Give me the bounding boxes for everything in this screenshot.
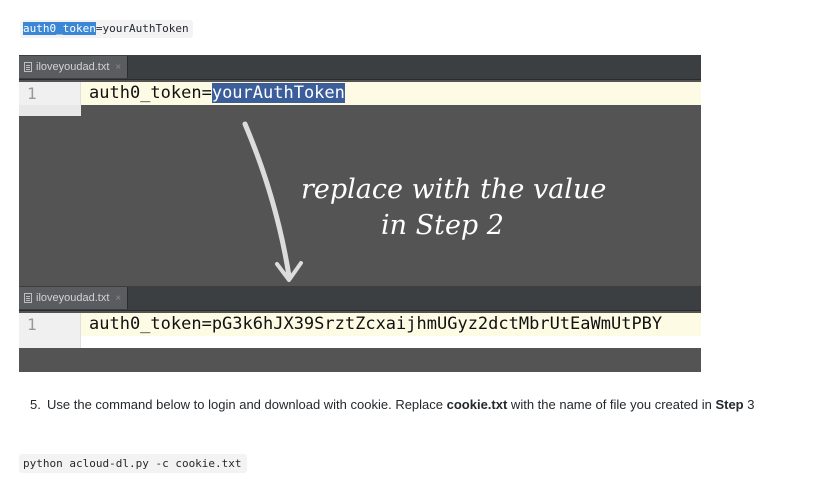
file-tab-label: iloveyoudad.txt: [36, 292, 110, 304]
editor-file-tab: iloveyoudad.txt ×: [19, 56, 129, 78]
inline-code-auth-token: auth0_token=yourAuthToken: [20, 20, 193, 38]
code-text: auth0_token=pG3k6hJX39SrztZcxaijhmUGyz2d…: [89, 314, 663, 334]
selected-token-text: auth0_token: [23, 22, 96, 35]
token-rest-text: =yourAuthToken: [95, 22, 189, 35]
code-line-empty: [19, 336, 701, 348]
code-line: 1 auth0_token=yourAuthToken: [19, 82, 701, 105]
tab-close-icon: ×: [115, 292, 122, 304]
file-tab-label: iloveyoudad.txt: [36, 61, 110, 73]
tab-close-icon: ×: [115, 61, 122, 73]
editor-screenshot-before: iloveyoudad.txt × 1 auth0_token=yourAuth…: [19, 55, 701, 116]
editor-tab-bar: iloveyoudad.txt ×: [19, 286, 701, 311]
editor-file-tab: iloveyoudad.txt ×: [19, 287, 129, 309]
line-number: 1: [27, 315, 37, 334]
step-text-after: 3: [743, 397, 755, 412]
code-text: auth0_token=yourAuthToken: [89, 83, 345, 104]
line-number: 1: [27, 84, 37, 103]
editor-tab-bar: iloveyoudad.txt ×: [19, 55, 701, 80]
editor-empty-area: [19, 348, 81, 372]
annotation-line-1: replace with the value: [301, 174, 607, 205]
text-file-icon: [24, 62, 32, 72]
annotation-area: replace with the value in Step 2: [19, 116, 701, 286]
annotation-line-2: in Step 2: [381, 210, 504, 241]
line-gutter: 1: [19, 82, 81, 105]
code-selected-value: yourAuthToken: [211, 83, 345, 103]
step-text: Use the command below to login and downl…: [47, 395, 807, 415]
line-gutter: [19, 336, 81, 348]
bold-filename: cookie.txt: [446, 397, 508, 412]
gutter-empty: [19, 105, 81, 116]
code-prefix: auth0_token=: [89, 83, 212, 103]
step-text-before: Use the command below to login and downl…: [47, 397, 447, 412]
step-text-middle: with the name of file you created in: [507, 397, 716, 412]
line-gutter: 1: [19, 313, 81, 336]
text-file-icon: [24, 293, 32, 303]
command-code: python acloud-dl.py -c cookie.txt: [19, 454, 247, 473]
code-line: 1 auth0_token=pG3k6hJX39SrztZcxaijhmUGyz…: [19, 313, 701, 336]
editor-screenshot-after: iloveyoudad.txt × 1 auth0_token=pG3k6hJX…: [19, 286, 701, 372]
bold-step: Step: [715, 397, 744, 412]
step-number: 5.: [30, 397, 41, 412]
